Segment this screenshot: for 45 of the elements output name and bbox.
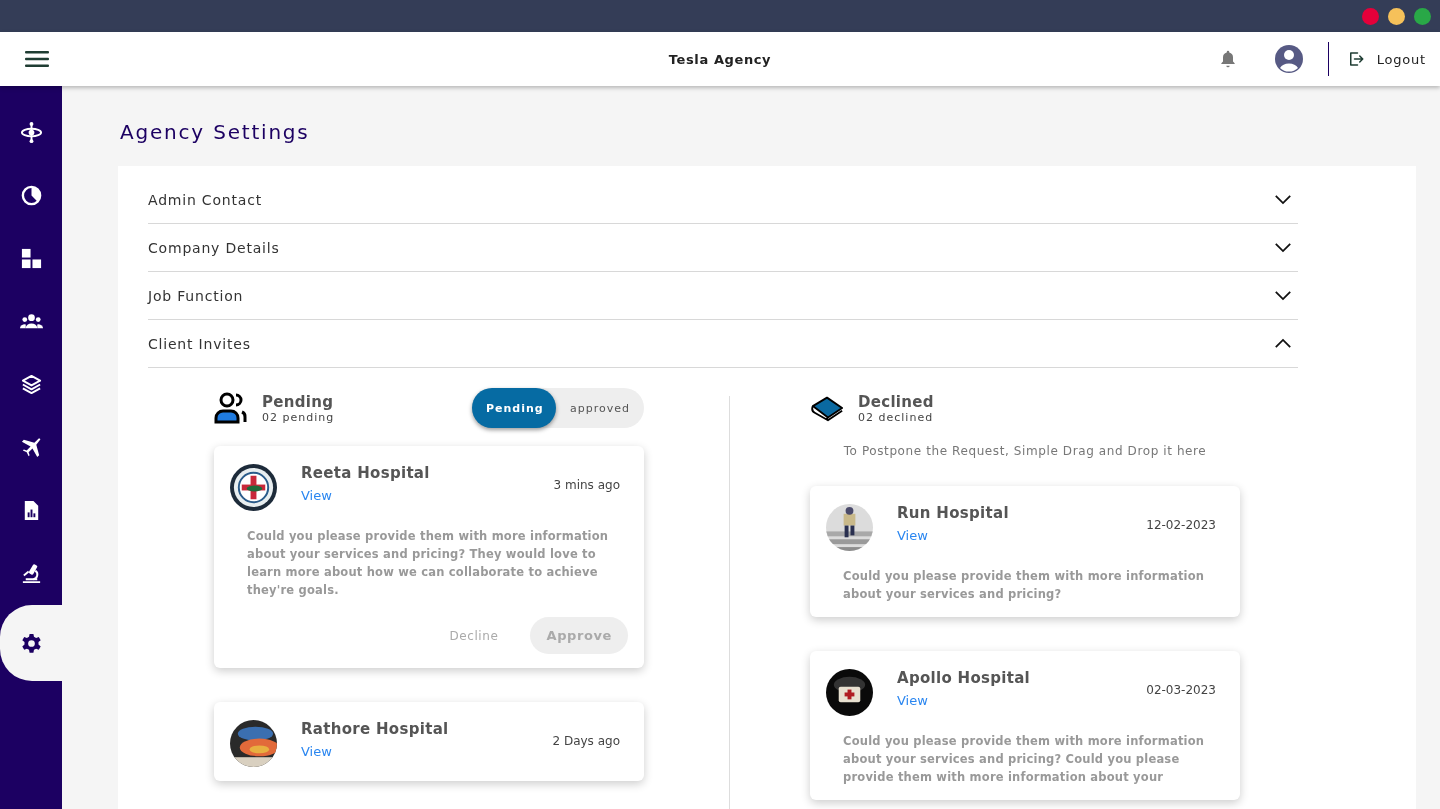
toggle-option[interactable]: approved: [556, 388, 644, 428]
page-title: Agency Settings: [120, 120, 311, 144]
sidebar-item[interactable]: [0, 605, 62, 681]
view-link[interactable]: View: [897, 528, 1009, 543]
request-message: Could you please provide them with more information about your services and pricing? They would love to learn more about how we can collaborate to achieve they're goals.: [247, 528, 610, 599]
user-avatar-icon[interactable]: [1273, 44, 1304, 74]
view-link[interactable]: View: [301, 488, 430, 503]
logout-button[interactable]: Logout: [1344, 46, 1440, 72]
menu-icon[interactable]: [25, 50, 49, 68]
timestamp: 02-03-2023: [1146, 683, 1216, 697]
hospital-name: Run Hospital: [897, 504, 1009, 522]
timestamp: 12-02-2023: [1146, 518, 1216, 532]
chevron-icon: [1274, 338, 1292, 349]
toggle-option[interactable]: Pending: [472, 388, 556, 428]
accordion-header[interactable]: Company Details: [148, 224, 1298, 272]
gear-icon[interactable]: [19, 631, 43, 655]
hospital-name: Rathore Hospital: [301, 720, 449, 738]
layers-icon[interactable]: [19, 373, 43, 396]
minimize-button[interactable]: [1388, 7, 1405, 25]
view-link[interactable]: View: [301, 744, 449, 759]
chevron-icon: [1274, 242, 1292, 253]
request-message: Could you please provide them with more information about your services and pricing? Could you please provide them with more information about your: [843, 733, 1206, 786]
view-link[interactable]: View: [897, 693, 1031, 708]
accordion-header[interactable]: Admin Contact: [148, 176, 1298, 224]
app-title: Tesla Agency: [668, 51, 772, 67]
declined-count: 02 declined: [858, 410, 934, 424]
maximize-button[interactable]: [1414, 7, 1431, 25]
drop-hint: To Postpone the Request, Simple Drag and Drop it here: [842, 444, 1208, 458]
pie-icon[interactable]: [19, 184, 43, 207]
blocks-icon[interactable]: [19, 247, 43, 270]
orbit-icon[interactable]: [19, 121, 43, 144]
hospital-name: Apollo Hospital: [897, 669, 1031, 687]
request-message: Could you please provide them with more information about your services and pricing?: [843, 568, 1206, 603]
column-title: Declined: [858, 392, 934, 411]
plane-icon[interactable]: [19, 436, 43, 459]
accordion-header[interactable]: Client Invites: [148, 320, 1298, 368]
users-icon: [214, 392, 248, 424]
pending-count: 02 pending: [262, 410, 335, 424]
accordion-header[interactable]: Job Function: [148, 272, 1298, 320]
timestamp: 3 mins ago: [553, 478, 620, 492]
hospital-name: Reeta Hospital: [301, 464, 430, 482]
chevron-icon: [1274, 194, 1292, 205]
column-title: Pending: [262, 392, 335, 411]
chevron-icon: [1274, 290, 1292, 301]
timestamp: 2 Days ago: [552, 734, 620, 748]
